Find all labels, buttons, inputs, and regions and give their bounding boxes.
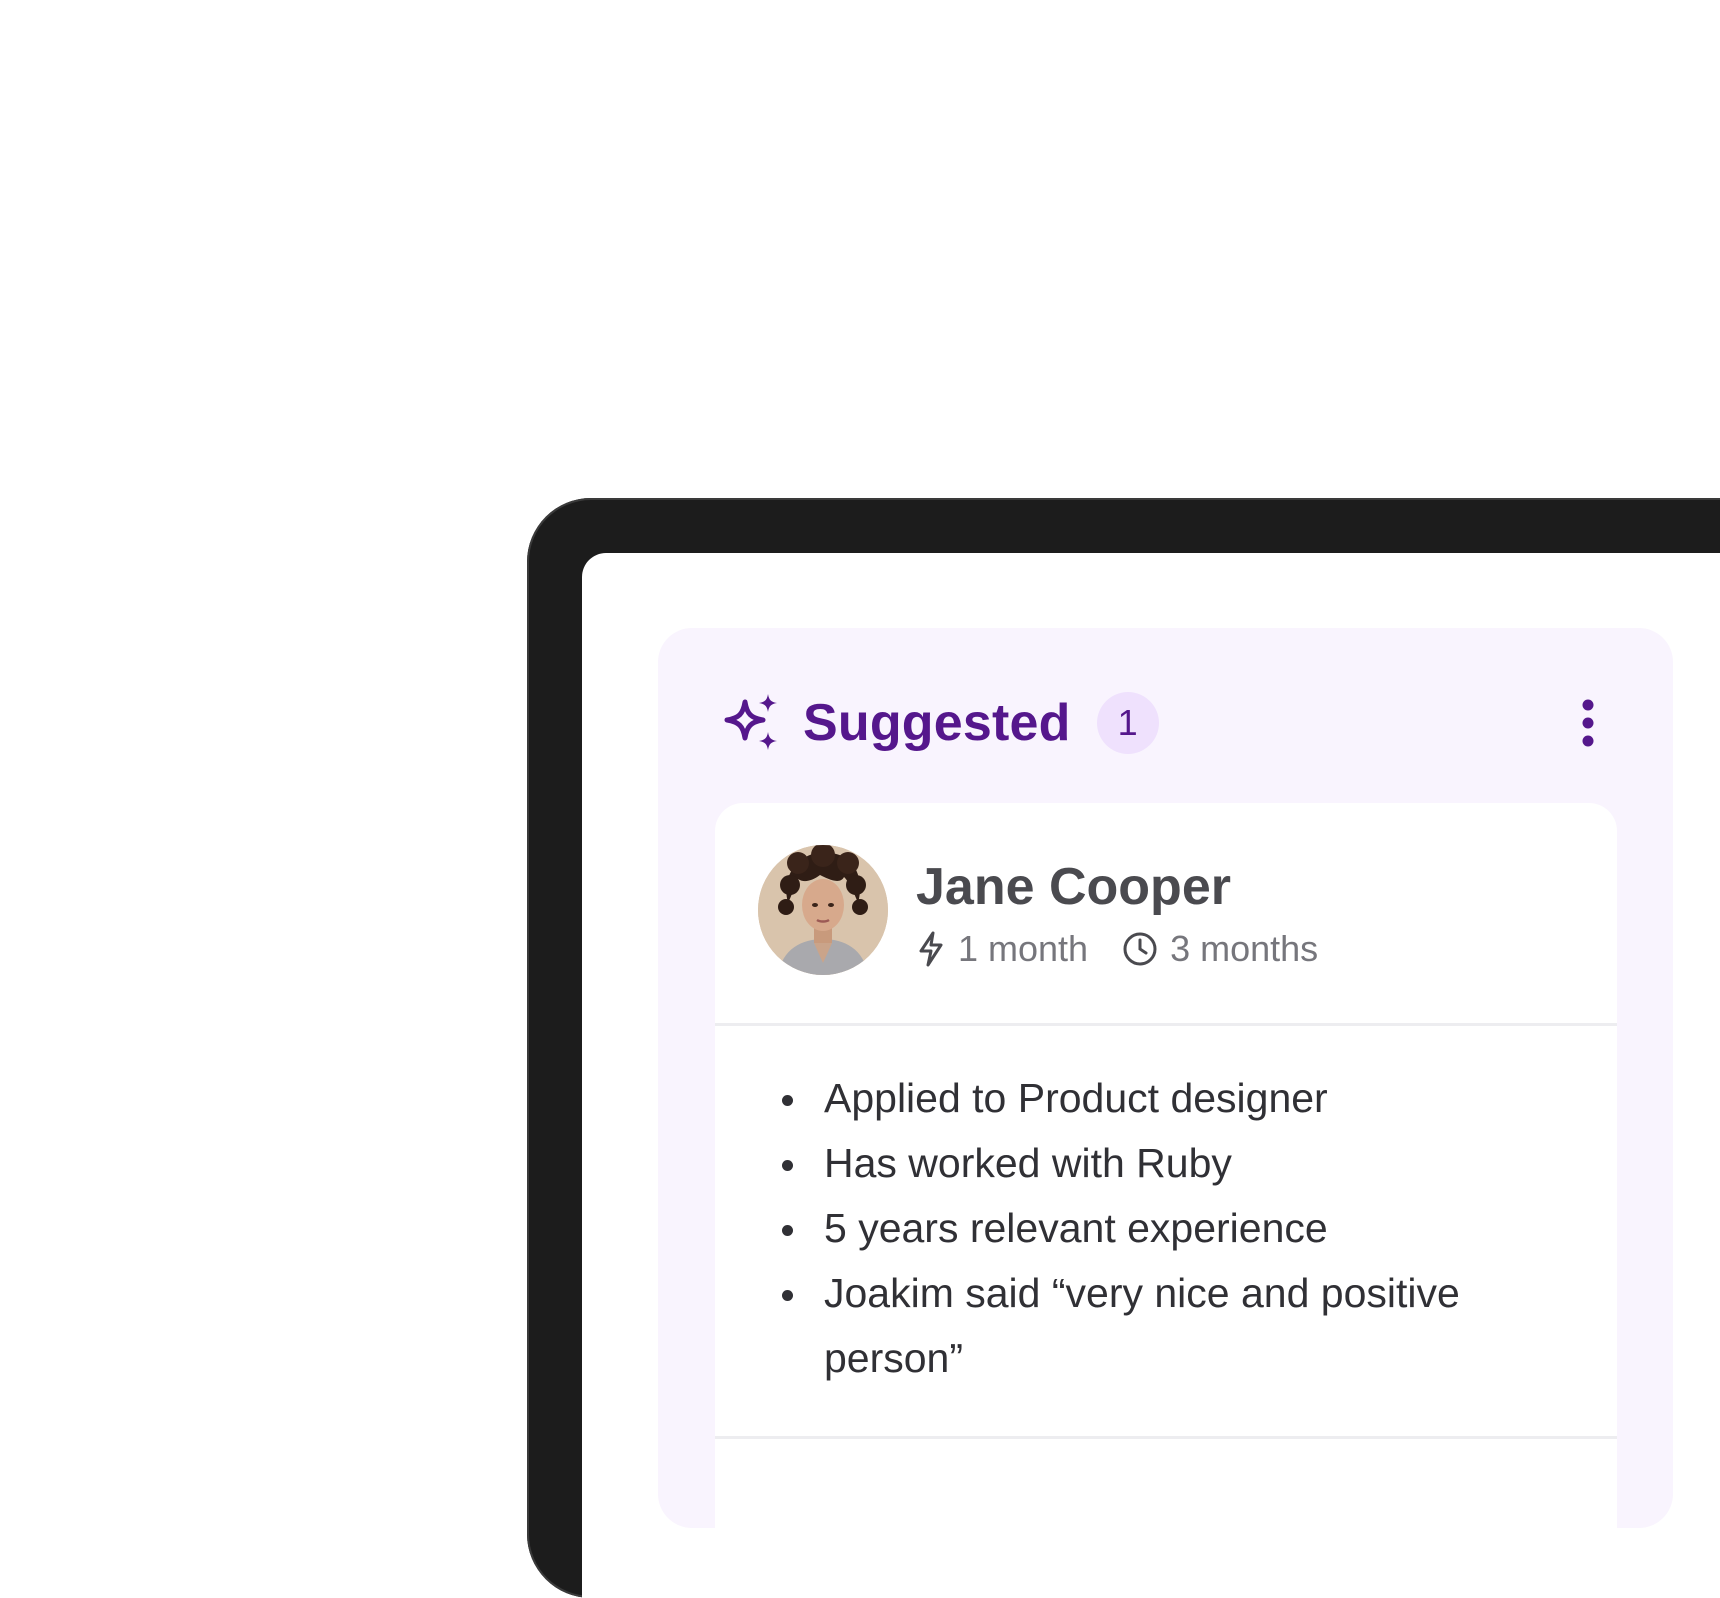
list-item: 5 years relevant experience xyxy=(782,1196,1577,1261)
candidate-card[interactable]: Jane Cooper 1 month 3 months Applied to … xyxy=(715,803,1617,1598)
highlights-list: Applied to Product designer Has worked w… xyxy=(782,1066,1577,1391)
tablet-screen: Suggested 1 Jane Cooper 1 month 3 months… xyxy=(582,553,1720,1598)
sparkles-icon xyxy=(721,692,783,754)
candidate-name[interactable]: Jane Cooper xyxy=(916,857,1231,917)
candidate-highlights: Applied to Product designer Has worked w… xyxy=(715,1026,1617,1439)
list-item: Applied to Product designer xyxy=(782,1066,1577,1131)
suggested-panel: Suggested 1 Jane Cooper 1 month 3 months… xyxy=(658,628,1673,1598)
list-item: Has worked with Ruby xyxy=(782,1131,1577,1196)
more-vertical-icon xyxy=(1582,699,1594,747)
candidate-summary: Jane Cooper 1 month 3 months xyxy=(715,803,1617,1026)
more-options-button[interactable] xyxy=(1566,693,1610,753)
suggested-header: Suggested 1 xyxy=(721,688,1610,758)
meta-item-duration: 3 months xyxy=(1122,928,1318,970)
meta-label: 3 months xyxy=(1170,928,1319,969)
list-item: Joakim said “very nice and positive pers… xyxy=(782,1261,1577,1391)
tablet-frame: Suggested 1 Jane Cooper 1 month 3 months… xyxy=(527,498,1720,1598)
count-badge: 1 xyxy=(1096,692,1159,754)
clock-icon xyxy=(1123,932,1157,966)
section-title: Suggested xyxy=(803,694,1071,752)
avatar[interactable] xyxy=(758,845,888,975)
candidate-meta: 1 month 3 months xyxy=(916,928,1318,970)
meta-label: 1 month xyxy=(958,928,1089,969)
meta-item-response: 1 month xyxy=(916,928,1088,970)
lightning-icon xyxy=(919,931,943,967)
